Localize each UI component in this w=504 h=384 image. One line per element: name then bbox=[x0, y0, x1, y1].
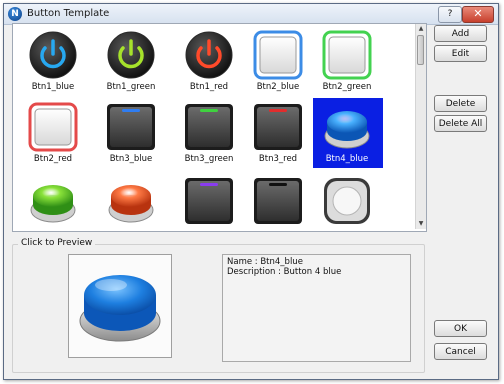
title-bar: N Button Template ? ✕ bbox=[4, 4, 498, 25]
round-push-button-red-icon bbox=[108, 185, 154, 223]
template-item[interactable] bbox=[21, 176, 85, 231]
power-icon-blue-icon bbox=[29, 31, 77, 79]
dark-button-purple-led-icon bbox=[185, 178, 233, 224]
round-white-knob-icon bbox=[324, 178, 370, 224]
scroll-up-arrow-icon[interactable]: ▲ bbox=[416, 24, 426, 34]
cancel-button[interactable]: Cancel bbox=[434, 343, 487, 360]
scroll-down-arrow-icon[interactable]: ▼ bbox=[416, 219, 426, 229]
template-item[interactable]: Btn4_blue bbox=[313, 98, 383, 168]
round-push-button-blue-icon bbox=[79, 275, 161, 342]
square-button-blue-frame-icon bbox=[253, 30, 303, 80]
template-item-label: Btn2_blue bbox=[256, 82, 300, 92]
template-item[interactable]: Btn3_blue bbox=[99, 102, 163, 168]
gallery-grid: Btn1_blue Btn1_green Btn1_red Btn2_blue Btn2… bbox=[13, 24, 415, 229]
help-button[interactable]: ? bbox=[438, 6, 462, 23]
close-button[interactable]: ✕ bbox=[462, 6, 494, 23]
preview-group-label: Click to Preview bbox=[18, 238, 96, 248]
dark-button-red-led-icon bbox=[254, 104, 302, 150]
window-title: Button Template bbox=[27, 8, 110, 19]
template-item[interactable] bbox=[177, 176, 241, 231]
gallery-scrollbar[interactable]: ▲ ▼ bbox=[415, 24, 426, 229]
template-item[interactable]: Btn3_green bbox=[177, 102, 241, 168]
template-item[interactable]: Btn3_red bbox=[246, 102, 310, 168]
template-item[interactable]: Btn2_blue bbox=[246, 30, 310, 96]
app-logo-icon: N bbox=[8, 7, 22, 21]
ok-button[interactable]: OK bbox=[434, 320, 487, 337]
template-name-text: Name : Btn4_blue bbox=[227, 257, 303, 267]
template-item[interactable] bbox=[99, 176, 163, 231]
round-push-button-blue-icon bbox=[324, 111, 370, 149]
template-item-label: Btn2_green bbox=[322, 82, 372, 92]
preview-image bbox=[68, 254, 172, 358]
dark-button-blue-led-icon bbox=[107, 104, 155, 150]
scrollbar-thumb[interactable] bbox=[417, 35, 424, 65]
template-item-label: Btn2_red bbox=[33, 154, 73, 164]
template-description-text: Description : Button 4 blue bbox=[227, 267, 342, 277]
template-item[interactable]: Btn1_blue bbox=[21, 30, 85, 96]
delete-button[interactable]: Delete bbox=[434, 95, 487, 112]
edit-button[interactable]: Edit bbox=[434, 45, 487, 62]
template-item-label: Btn4_blue bbox=[325, 154, 369, 164]
square-button-green-frame-icon bbox=[322, 30, 372, 80]
template-gallery[interactable]: Btn1_blue Btn1_green Btn1_red Btn2_blue Btn2… bbox=[12, 23, 427, 232]
template-item-label: Btn1_green bbox=[106, 82, 156, 92]
template-item[interactable]: Btn1_green bbox=[99, 30, 163, 96]
template-item[interactable] bbox=[315, 176, 379, 231]
dark-button-black-led-icon bbox=[254, 178, 302, 224]
template-item[interactable]: Btn1_red bbox=[177, 30, 241, 96]
round-push-button-green-icon bbox=[30, 185, 76, 223]
power-icon-green-icon bbox=[107, 31, 155, 79]
template-item[interactable] bbox=[246, 176, 310, 231]
template-info-panel: Name : Btn4_blue Description : Button 4 … bbox=[222, 254, 411, 362]
template-item[interactable]: Btn2_red bbox=[21, 102, 85, 168]
template-item-label: Btn3_blue bbox=[109, 154, 153, 164]
template-item-label: Btn3_red bbox=[258, 154, 298, 164]
template-item[interactable]: Btn2_green bbox=[315, 30, 379, 96]
power-icon-red-icon bbox=[185, 31, 233, 79]
template-item-label: Btn1_blue bbox=[31, 82, 75, 92]
square-button-red-frame-icon bbox=[28, 102, 78, 152]
template-item-label: Btn1_red bbox=[189, 82, 229, 92]
dark-button-green-led-icon bbox=[185, 104, 233, 150]
delete-all-button[interactable]: Delete All bbox=[434, 115, 487, 132]
add-button[interactable]: Add bbox=[434, 25, 487, 42]
template-item-label: Btn3_green bbox=[184, 154, 234, 164]
